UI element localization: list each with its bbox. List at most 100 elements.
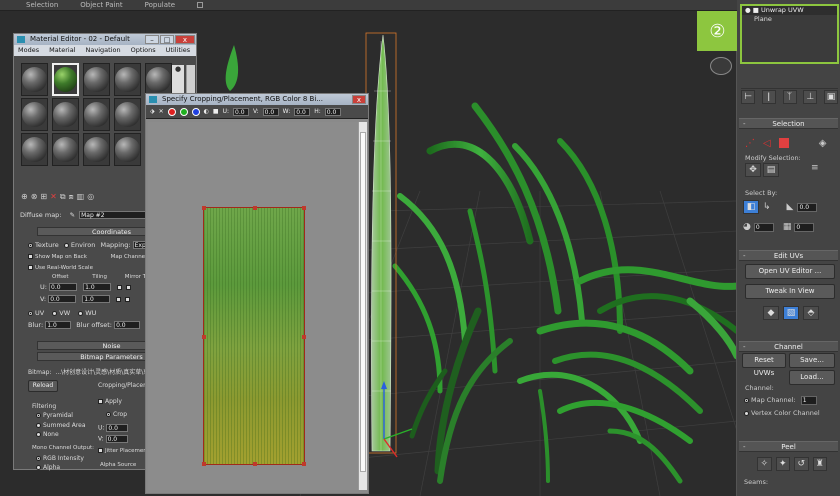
select-by-smoothing-icon[interactable]: ▦: [783, 222, 792, 232]
green-channel-button[interactable]: [179, 107, 188, 116]
vertex-color-radio[interactable]: [744, 410, 749, 416]
rgb-intensity-radio[interactable]: [36, 456, 41, 461]
rollout-selection-header[interactable]: - Selection: [739, 118, 838, 129]
crop-handle-bm[interactable]: [253, 462, 257, 466]
polygon-icon[interactable]: [778, 138, 789, 148]
v-tiling-field[interactable]: 1.0: [82, 295, 111, 303]
make-unique-icon[interactable]: ᛉ: [782, 90, 797, 104]
map-channel-row[interactable]: Map Channel: 1: [744, 396, 836, 405]
sample-slot[interactable]: [83, 133, 110, 166]
u-tiling-field[interactable]: 1.0: [83, 283, 112, 291]
load-uvs-button[interactable]: Load...: [789, 370, 835, 385]
vertex-icon[interactable]: ⋰: [745, 138, 755, 149]
vw-radio[interactable]: [52, 310, 58, 316]
put-to-scene-icon[interactable]: ⊗: [31, 192, 38, 202]
alpha-toggle-icon[interactable]: ◐: [204, 108, 209, 115]
stack-item-plane[interactable]: Plane: [742, 15, 837, 24]
make-unique-material-icon[interactable]: ⧈: [69, 192, 74, 202]
crop-u-field[interactable]: 0.0: [106, 424, 129, 432]
relax-icon[interactable]: ↺: [794, 457, 809, 471]
viewcube-icon[interactable]: [710, 57, 732, 75]
planar-angle-icon[interactable]: ◣: [787, 202, 794, 212]
maximize-button[interactable]: □: [160, 35, 174, 44]
real-world-checkbox[interactable]: [28, 265, 33, 270]
blue-channel-button[interactable]: [191, 107, 200, 116]
texture-image[interactable]: [202, 206, 306, 466]
crop-handle-bl[interactable]: [202, 462, 206, 466]
pin-stack-icon[interactable]: ⊢: [741, 90, 755, 104]
sample-slot[interactable]: [52, 133, 79, 166]
texture-radio[interactable]: [28, 242, 33, 248]
close-button[interactable]: x: [352, 95, 366, 104]
quick-peel-icon[interactable]: ✧: [757, 457, 772, 471]
menu-item-selection[interactable]: Selection: [26, 1, 58, 9]
v-mirror-checkbox[interactable]: [116, 296, 122, 302]
vertex-color-row[interactable]: Vertex Color Channel: [744, 409, 838, 417]
copy-material-icon[interactable]: ⧉: [60, 192, 66, 202]
crop-scrollbar[interactable]: [358, 122, 367, 490]
wu-radio[interactable]: [78, 310, 84, 316]
crop-radio[interactable]: [106, 412, 111, 417]
quick-align-icon[interactable]: ▧: [783, 306, 799, 320]
tweak-in-view-button[interactable]: Tweak In View: [745, 284, 835, 299]
save-uvs-button[interactable]: Save...: [789, 353, 835, 368]
crop-handle-tl[interactable]: [202, 206, 206, 210]
material-editor-titlebar[interactable]: Material Editor - 02 - Default – □ x: [14, 34, 196, 45]
channel-icon[interactable]: ⬗: [150, 108, 155, 115]
menu-item-populate[interactable]: Populate: [145, 1, 175, 9]
close-x-icon[interactable]: ✕: [159, 108, 164, 115]
map-channel-spinner[interactable]: 1: [800, 396, 817, 405]
scrollbar-thumb[interactable]: [360, 132, 366, 472]
assign-material-icon[interactable]: ⊞: [40, 192, 47, 202]
sample-slot[interactable]: [21, 63, 48, 96]
none-radio[interactable]: [36, 432, 41, 437]
menu-utilities[interactable]: Utilities: [166, 45, 190, 56]
minimize-button[interactable]: –: [145, 35, 159, 44]
modifier-stack[interactable]: ● ■ Unwrap UVW Plane: [740, 4, 839, 64]
w-field[interactable]: 0.0: [294, 107, 311, 116]
crop-handle-tr[interactable]: [302, 206, 306, 210]
summed-area-radio[interactable]: [36, 423, 41, 428]
material-id-icon[interactable]: ◎: [87, 192, 94, 202]
mat-id-spinner[interactable]: 0: [753, 222, 774, 232]
stack-item-unwrap[interactable]: ● ■ Unwrap UVW: [742, 6, 837, 15]
blur-offset-field[interactable]: 0.0: [114, 321, 141, 329]
crop-handle-mr[interactable]: [302, 335, 306, 339]
get-material-icon[interactable]: ⊕: [21, 192, 28, 202]
loop-icon[interactable]: ≡: [811, 163, 819, 177]
apply-checkbox[interactable]: [98, 399, 103, 404]
sample-slot-active[interactable]: [52, 63, 79, 96]
bitmap-path-button[interactable]: ...\材创意设计\灵感\材质\真实草\草: [55, 369, 149, 376]
configure-sets-icon[interactable]: ▣: [824, 90, 838, 104]
uv-radio[interactable]: [28, 310, 33, 316]
select-by-element-icon[interactable]: ◧: [743, 200, 759, 214]
menu-item-object-paint[interactable]: Object Paint: [80, 1, 122, 9]
menu-navigation[interactable]: Navigation: [86, 45, 121, 56]
reset-peel-icon[interactable]: ♜: [812, 457, 827, 471]
menu-material[interactable]: Material: [49, 45, 75, 56]
menu-modes[interactable]: Modes: [18, 45, 39, 56]
u-mirror-checkbox[interactable]: [117, 284, 123, 290]
put-to-library-icon[interactable]: ▥: [77, 192, 85, 202]
mono-toggle-icon[interactable]: ■: [213, 108, 219, 115]
blur-field[interactable]: 1.0: [45, 321, 72, 329]
red-channel-button[interactable]: [167, 107, 176, 116]
shrink-selection-icon[interactable]: ▤: [763, 163, 779, 177]
rollout-channel-header[interactable]: - Channel: [739, 341, 838, 352]
quick-map-icon[interactable]: ⬘: [803, 306, 819, 320]
show-end-result-icon[interactable]: ǀ: [761, 90, 776, 104]
sample-slot[interactable]: [21, 98, 48, 131]
sample-slot[interactable]: [83, 98, 110, 131]
alpha-radio[interactable]: [36, 465, 41, 470]
v-offset-field[interactable]: 0.0: [48, 295, 77, 303]
crop-handle-tm[interactable]: [253, 206, 257, 210]
sample-slot[interactable]: [114, 98, 141, 131]
smoothing-spinner[interactable]: 0: [794, 222, 815, 232]
reload-button[interactable]: Reload: [28, 380, 58, 392]
planar-angle-spinner[interactable]: 0.0: [797, 202, 818, 212]
reset-uvws-button[interactable]: Reset UVWs: [742, 353, 786, 377]
pelt-map-icon[interactable]: ✦: [775, 457, 790, 471]
pick-material-icon[interactable]: ✎: [70, 211, 75, 219]
u-tile-checkbox[interactable]: [126, 284, 132, 290]
sample-slot[interactable]: [52, 98, 79, 131]
